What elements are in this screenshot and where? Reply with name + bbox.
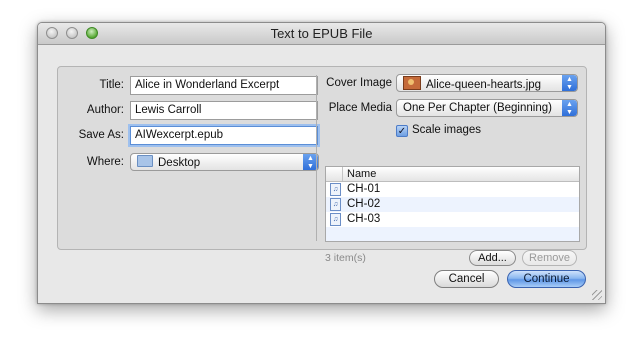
list-empty-row bbox=[326, 227, 579, 241]
column-divider bbox=[316, 75, 317, 241]
remove-button[interactable]: Remove bbox=[522, 250, 577, 266]
scale-images-label: Scale images bbox=[412, 124, 482, 136]
title-bar: Text to EPUB File bbox=[38, 23, 605, 45]
list-item-name: CH-02 bbox=[347, 198, 381, 210]
title-label: Title: bbox=[99, 79, 125, 91]
dialog-window: Text to EPUB File Title: Alice in Wonder… bbox=[37, 22, 606, 304]
name-column-header[interactable]: Name bbox=[347, 168, 376, 180]
image-icon bbox=[403, 76, 421, 90]
list-item-name: CH-01 bbox=[347, 183, 381, 195]
list-item[interactable]: ♫ CH-03 bbox=[326, 212, 579, 227]
audio-file-icon: ♫ bbox=[330, 213, 341, 226]
add-button[interactable]: Add... bbox=[469, 250, 516, 266]
save-as-label: Save As: bbox=[78, 129, 124, 141]
window-title: Text to EPUB File bbox=[270, 26, 373, 41]
scale-images-checkbox[interactable]: ✓ bbox=[396, 125, 408, 137]
title-field[interactable]: Alice in Wonderland Excerpt bbox=[130, 76, 318, 95]
audio-file-icon: ♫ bbox=[330, 183, 341, 196]
author-field[interactable]: Lewis Carroll bbox=[130, 101, 318, 120]
list-header: Name bbox=[326, 167, 579, 182]
cover-image-label: Cover Image bbox=[326, 77, 392, 89]
media-list[interactable]: Name ♫ CH-01 ♫ CH-02 ♫ CH-03 bbox=[325, 166, 580, 242]
popup-arrows-icon: ▲ ▼ bbox=[562, 100, 577, 116]
audio-file-icon: ♫ bbox=[330, 198, 341, 211]
place-media-popup[interactable]: One Per Chapter (Beginning) ▲ ▼ bbox=[396, 99, 578, 117]
author-label: Author: bbox=[86, 104, 124, 116]
where-value: Desktop bbox=[158, 157, 201, 169]
cancel-button[interactable]: Cancel bbox=[434, 270, 499, 288]
cover-image-popup[interactable]: Alice-queen-hearts.jpg ▲ ▼ bbox=[396, 74, 578, 92]
popup-arrows-icon: ▲ ▼ bbox=[562, 75, 577, 91]
place-media-value: One Per Chapter (Beginning) bbox=[403, 102, 552, 114]
where-label: Where: bbox=[86, 156, 124, 168]
list-item[interactable]: ♫ CH-01 bbox=[326, 182, 579, 197]
list-item[interactable]: ♫ CH-02 bbox=[326, 197, 579, 212]
save-as-field[interactable]: AIWexcerpt.epub bbox=[130, 126, 318, 145]
item-count: 3 item(s) bbox=[325, 252, 366, 264]
list-item-name: CH-03 bbox=[347, 213, 381, 225]
place-media-label: Place Media bbox=[328, 102, 392, 114]
resize-grip[interactable] bbox=[592, 290, 602, 300]
settings-panel: Title: Alice in Wonderland Excerpt Autho… bbox=[57, 66, 587, 266]
continue-button[interactable]: Continue bbox=[507, 270, 586, 288]
folder-icon bbox=[137, 155, 153, 167]
where-popup[interactable]: Desktop ▲ ▼ bbox=[130, 153, 319, 171]
cover-image-value: Alice-queen-hearts.jpg bbox=[426, 79, 542, 91]
